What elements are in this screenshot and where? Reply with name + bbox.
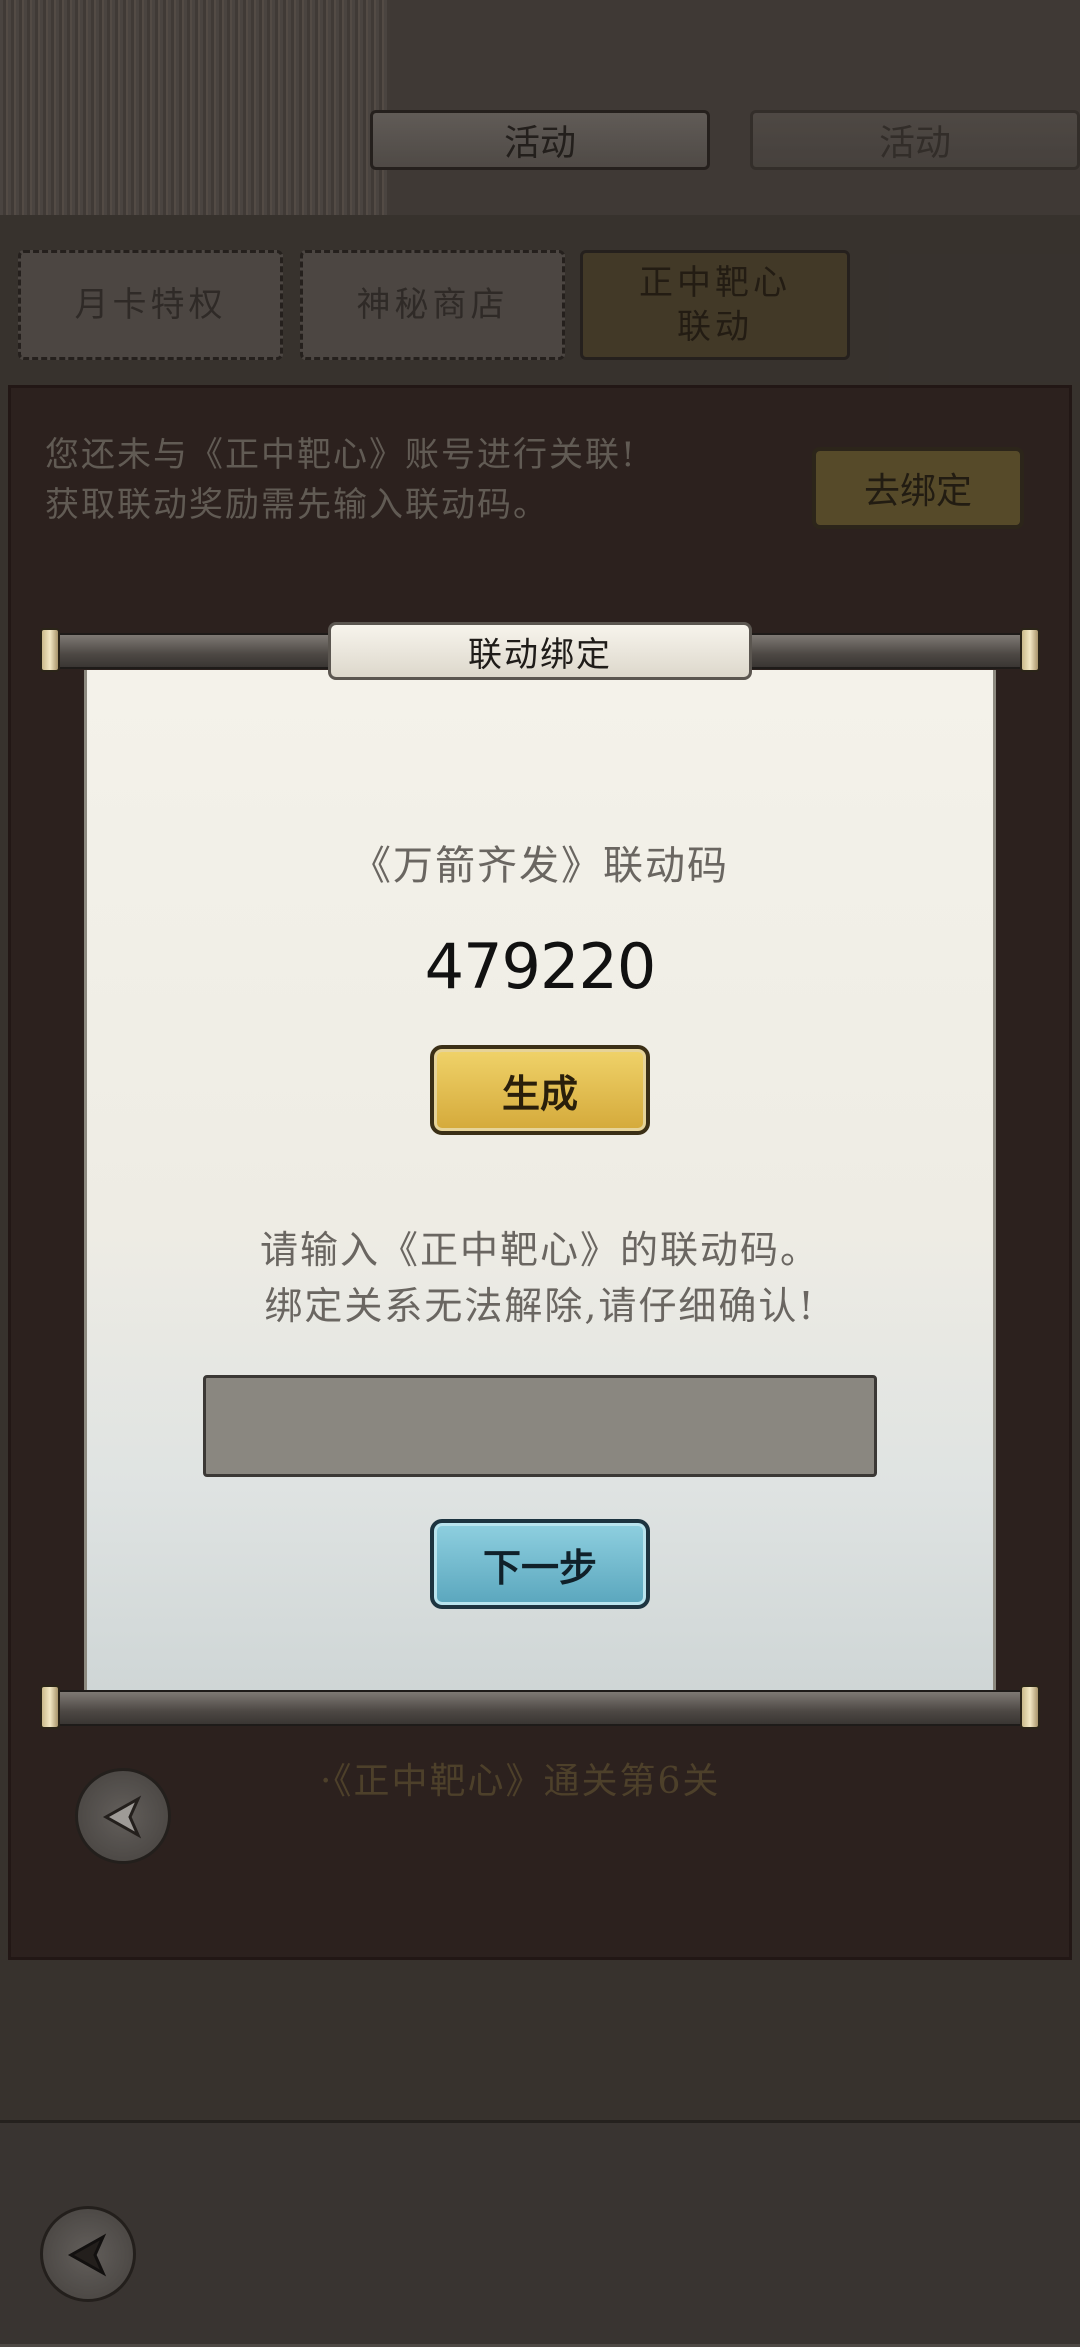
rod-end-cap: [1020, 1685, 1040, 1729]
collab-code-input[interactable]: [203, 1375, 877, 1477]
rod-end-cap: [40, 628, 60, 672]
generate-button[interactable]: 生成: [430, 1045, 650, 1135]
instruction-text: 请输入《正中靶心》的联动码。 绑定关系无法解除,请仔细确认!: [84, 1222, 996, 1334]
rod-end-cap: [40, 1685, 60, 1729]
scroll-rod-bottom: [40, 1690, 1040, 1726]
rod-end-cap: [1020, 628, 1040, 672]
next-step-button[interactable]: 下一步: [430, 1519, 650, 1609]
collab-code-value: 479220: [424, 930, 657, 1003]
instruction-line-1: 请输入《正中靶心》的联动码。: [259, 1228, 820, 1272]
modal-title: 联动绑定: [328, 622, 752, 680]
collab-code-label: 《万箭齐发》联动码: [351, 843, 729, 889]
instruction-line-2: 绑定关系无法解除,请仔细确认!: [264, 1284, 816, 1328]
